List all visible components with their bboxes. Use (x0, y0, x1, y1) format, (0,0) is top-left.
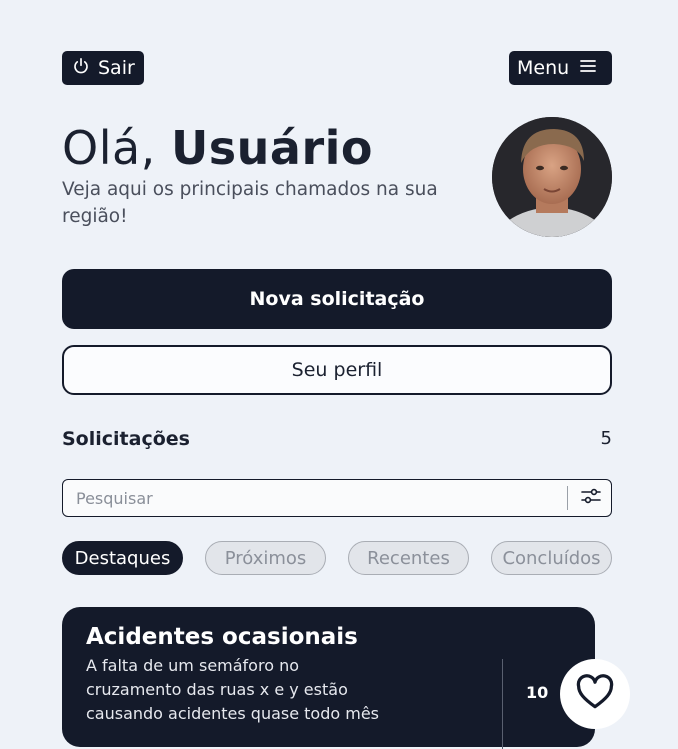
card-like-count: 10 (526, 683, 549, 702)
card-divider (502, 659, 503, 749)
search-input[interactable] (74, 480, 558, 517)
hero-subtitle: Veja aqui os principais chamados na sua … (62, 179, 438, 227)
tab-concluidos[interactable]: Concluídos (491, 541, 612, 575)
logout-button[interactable]: Sair (62, 51, 144, 85)
menu-label: Menu (517, 57, 570, 79)
power-icon (72, 57, 90, 80)
logout-label: Sair (98, 57, 135, 79)
filter-button[interactable] (576, 485, 606, 511)
requests-title: Solicitações (62, 428, 190, 450)
tab-destaques[interactable]: Destaques (62, 541, 183, 575)
filter-tabs: Destaques Próximos Recentes Concluídos (62, 541, 612, 575)
profile-button[interactable]: Seu perfil (62, 345, 612, 395)
sliders-icon (580, 487, 602, 509)
requests-header: Solicitações 5 (62, 428, 612, 454)
tab-recentes[interactable]: Recentes (348, 541, 469, 575)
search-bar (62, 479, 612, 517)
heart-icon (575, 674, 615, 714)
search-divider (567, 486, 568, 510)
request-card[interactable]: Acidentes ocasionais A falta de um semáf… (62, 607, 595, 749)
like-button[interactable] (560, 659, 630, 729)
avatar[interactable] (492, 117, 612, 237)
menu-button[interactable]: Menu (509, 51, 612, 85)
card-title: Acidentes ocasionais (86, 624, 358, 650)
top-bar: Sair Menu (62, 51, 612, 85)
new-request-button[interactable]: Nova solicitação (62, 269, 612, 329)
requests-count: 5 (600, 428, 612, 449)
hamburger-icon (579, 57, 597, 79)
greeting-word: Olá, (62, 121, 156, 175)
tab-proximos[interactable]: Próximos (205, 541, 326, 575)
card-description: A falta de um semáforo no cruzamento das… (86, 656, 380, 723)
user-name: Usuário (170, 121, 374, 175)
